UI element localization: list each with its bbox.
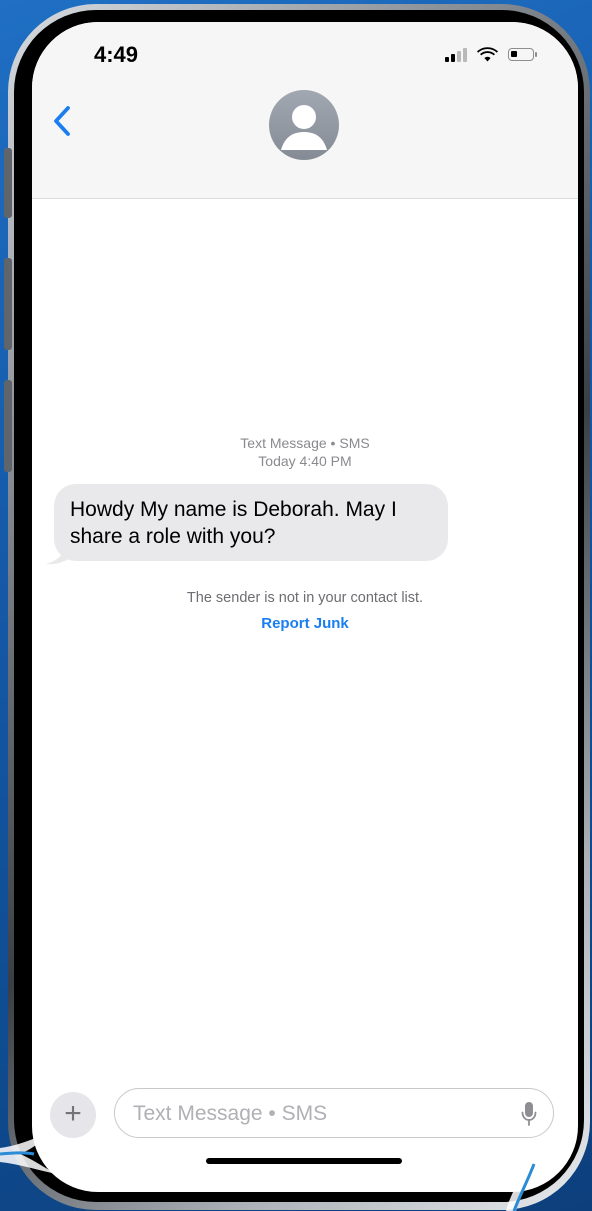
status-time: 4:49 [94,42,139,67]
cellular-signal-icon [445,46,467,62]
message-input-placeholder: Text Message • SMS [133,1102,328,1125]
messages-screen: 4:49 Text Message • SMS Today 4:40 PM Ho… [32,22,578,1192]
incoming-message-bubble[interactable]: Howdy My name is Deborah. May I share a … [54,484,448,561]
plus-icon: + [64,1097,82,1130]
microphone-icon[interactable] [521,1101,537,1127]
unknown-sender-notice: The sender is not in your contact list. [186,590,424,606]
person-silhouette-icon [281,105,327,150]
battery-icon [508,47,537,61]
action-button [4,148,12,218]
volume-up-button [4,258,12,350]
wallpaper-swoosh-right [506,1152,536,1211]
report-junk-link[interactable]: Report Junk [32,615,578,632]
message-type-label: Text Message • SMS [240,435,370,451]
status-icons [445,46,537,62]
conversation-header: 4:49 [32,22,578,199]
wallpaper-swoosh-left [0,1128,56,1174]
wifi-icon [477,47,498,62]
back-chevron-icon[interactable] [48,102,78,142]
volume-down-button [4,380,12,472]
home-indicator[interactable] [206,1158,402,1164]
message-timestamp: Today 4:40 PM [258,453,352,469]
message-input[interactable]: Text Message • SMS [114,1088,554,1138]
contact-avatar[interactable] [269,90,339,160]
